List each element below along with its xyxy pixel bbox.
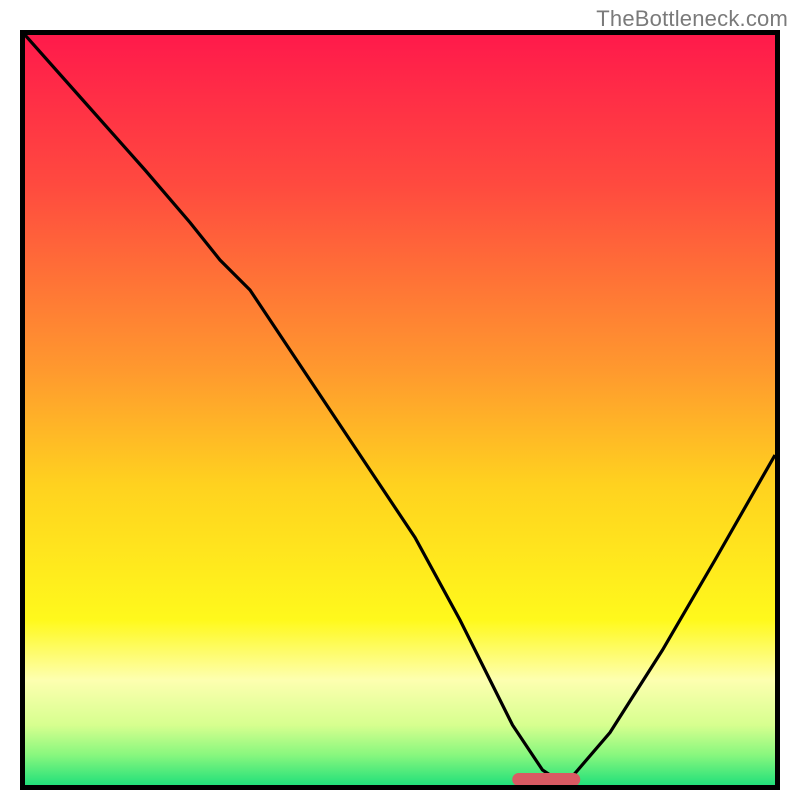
optimal-marker xyxy=(513,773,581,786)
chart-stage: TheBottleneck.com xyxy=(0,0,800,800)
bottleneck-curve xyxy=(25,35,775,785)
watermark-text: TheBottleneck.com xyxy=(596,6,788,32)
chart-frame xyxy=(20,30,780,790)
